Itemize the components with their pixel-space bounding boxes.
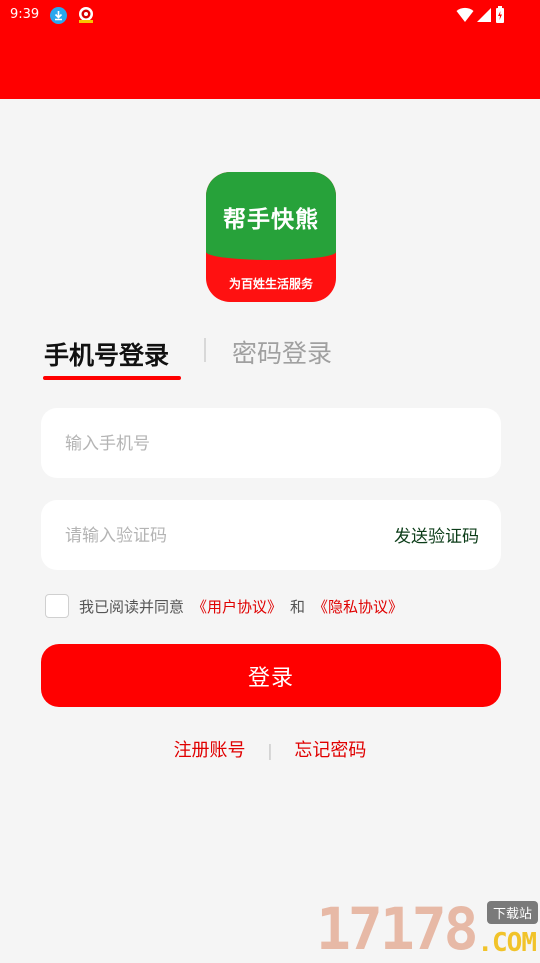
- status-right-icons: [456, 6, 506, 24]
- battery-icon: [496, 6, 504, 23]
- login-button[interactable]: 登录: [41, 644, 501, 707]
- tab-password-login[interactable]: 密码登录: [232, 334, 332, 370]
- tab-phone-login[interactable]: 手机号登录: [44, 336, 169, 372]
- watermark-tag: 下载站: [486, 901, 538, 924]
- app-notification-icon: [77, 6, 95, 24]
- agreement-and: 和: [290, 597, 306, 616]
- links-divider: |: [267, 741, 273, 760]
- tab-active-indicator: [43, 376, 181, 380]
- privacy-agreement-link[interactable]: 《隐私协议》: [313, 596, 403, 617]
- download-icon: [50, 7, 67, 24]
- user-agreement-link[interactable]: 《用户协议》: [192, 596, 282, 617]
- logo-main-text: 帮手快熊: [223, 207, 319, 233]
- register-link[interactable]: 注册账号: [174, 740, 246, 761]
- wifi-icon: [456, 7, 474, 22]
- site-watermark: 17178 下载站 .COM: [316, 898, 540, 960]
- top-header-bar: 9:39: [0, 0, 540, 99]
- code-field-container: 发送验证码: [41, 500, 501, 572]
- agreement-row: 我已阅读并同意 《用户协议》 和 《隐私协议》: [45, 594, 403, 618]
- logo-sub-text: 为百姓生活服务: [228, 277, 313, 291]
- phone-field-container: [41, 408, 501, 480]
- verification-code-input[interactable]: [63, 500, 367, 572]
- status-bar: 9:39: [0, 0, 540, 32]
- bottom-links: 注册账号 | 忘记密码: [0, 736, 540, 762]
- tab-divider: [204, 338, 206, 362]
- signal-icon: [477, 8, 491, 22]
- watermark-domain: .COM: [477, 928, 537, 958]
- status-time: 9:39: [10, 7, 40, 22]
- phone-input[interactable]: [63, 408, 367, 480]
- watermark-number: 17178: [316, 895, 479, 963]
- app-logo: 帮手快熊 为百姓生活服务: [206, 172, 336, 302]
- agreement-prefix: 我已阅读并同意: [79, 597, 185, 616]
- agreement-checkbox[interactable]: [45, 594, 69, 618]
- forgot-password-link[interactable]: 忘记密码: [294, 740, 366, 761]
- send-code-button[interactable]: 发送验证码: [394, 522, 479, 547]
